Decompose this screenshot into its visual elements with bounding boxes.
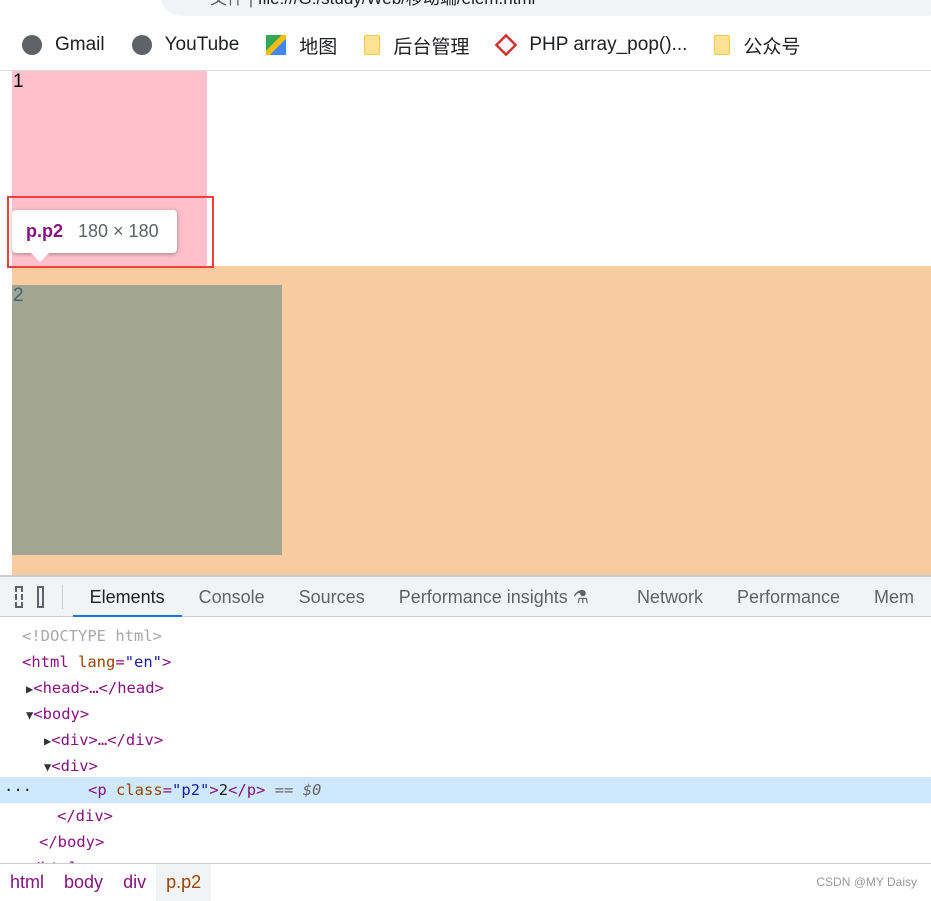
bookmark-gmail[interactable]: Gmail — [22, 34, 105, 56]
tag: <head>…</head> — [33, 679, 164, 697]
breadcrumb: html body div p.p2 — [0, 863, 931, 901]
tab-label: Performance insights — [399, 587, 568, 607]
bookmark-php[interactable]: PHP array_pop()... — [496, 34, 687, 56]
tab-performance[interactable]: Performance — [720, 577, 857, 617]
folder-icon — [364, 35, 380, 55]
dom-head[interactable]: ▶<head>…</head> — [0, 675, 931, 701]
bookmark-maps[interactable]: 地图 — [266, 32, 337, 59]
flask-icon: ⚗ — [573, 587, 589, 607]
globe-icon — [22, 35, 42, 55]
bookmark-label: PHP array_pop()... — [529, 34, 687, 56]
crumb-html[interactable]: html — [0, 864, 54, 901]
inspect-tooltip: p.p2 180 × 180 — [12, 210, 177, 253]
dom-body-close[interactable]: </body> — [0, 829, 931, 855]
attr: lang — [78, 653, 115, 671]
more-icon[interactable]: ··· — [4, 781, 32, 799]
tab-memory[interactable]: Mem — [857, 577, 931, 617]
bookmark-admin[interactable]: 后台管理 — [364, 32, 469, 59]
bookmark-label: 后台管理 — [393, 32, 469, 59]
dom-div2[interactable]: ▼<div> — [0, 753, 931, 779]
dom-doctype[interactable]: <!DOCTYPE html> — [0, 623, 931, 649]
bookmark-gzh[interactable]: 公众号 — [714, 32, 800, 59]
selected-marker: == $0 — [275, 781, 322, 799]
inspect-element-icon[interactable] — [15, 586, 23, 608]
maps-icon — [266, 35, 286, 55]
tab-sources[interactable]: Sources — [282, 577, 382, 617]
devtools-panel: Elements Console Sources Performance ins… — [0, 575, 931, 900]
address-bar[interactable]: 文件 | file:///G:/study/Web/移动端/elem.html — [160, 0, 931, 16]
bookmark-label: Gmail — [55, 34, 105, 56]
tab-network[interactable]: Network — [620, 577, 720, 617]
tab-elements[interactable]: Elements — [73, 577, 182, 617]
bookmark-label: 公众号 — [743, 32, 800, 59]
tag: <html — [22, 653, 69, 671]
dom-body[interactable]: ▼<body> — [0, 701, 931, 727]
url-text: file:///G:/study/Web/移动端/elem.html — [258, 0, 535, 8]
crumb-body[interactable]: body — [54, 864, 113, 901]
bookmark-label: 地图 — [299, 32, 337, 59]
dom-div1[interactable]: ▶<div>…</div> — [0, 727, 931, 753]
tag: <div>…</div> — [51, 731, 163, 749]
bookmark-label: YouTube — [165, 34, 240, 56]
bookmark-youtube[interactable]: YouTube — [132, 34, 240, 56]
tag: <div> — [51, 757, 98, 775]
dom-p2-selected[interactable]: ··· <p class="p2">2</p> == $0 — [0, 777, 931, 803]
tab-console[interactable]: Console — [182, 577, 282, 617]
crumb-div[interactable]: div — [113, 864, 156, 901]
attr-value: "p2" — [172, 781, 209, 799]
watermark: CSDN @MY Daisy — [816, 875, 917, 889]
devtools-tabbar: Elements Console Sources Performance ins… — [0, 577, 931, 617]
crumb-p-p2[interactable]: p.p2 — [156, 864, 211, 901]
dom-html[interactable]: <html lang="en"> — [0, 649, 931, 675]
tooltip-arrow — [31, 253, 49, 262]
scheme-label: 文件 — [210, 0, 244, 8]
text-node: 2 — [219, 781, 228, 799]
globe-icon — [132, 35, 152, 55]
bookmarks-bar: Gmail YouTube 地图 后台管理 PHP array_pop()...… — [0, 20, 931, 70]
dom-div-close[interactable]: </div> — [0, 803, 931, 829]
attr: class — [116, 781, 163, 799]
p2-box-highlighted: 2 — [12, 285, 282, 555]
tooltip-size: 180 × 180 — [78, 221, 159, 242]
tag: </p> — [228, 781, 265, 799]
php-icon — [495, 34, 518, 57]
folder-icon — [714, 35, 730, 55]
tab-performance-insights[interactable]: Performance insights ⚗ — [382, 577, 606, 617]
dom-html-close[interactable]: </html> — [0, 855, 931, 863]
tooltip-selector: p.p2 — [26, 221, 63, 242]
tag: <p — [88, 781, 107, 799]
attr-value: "en" — [125, 653, 162, 671]
device-toolbar-icon[interactable] — [37, 586, 44, 608]
tag: <body> — [33, 705, 89, 723]
